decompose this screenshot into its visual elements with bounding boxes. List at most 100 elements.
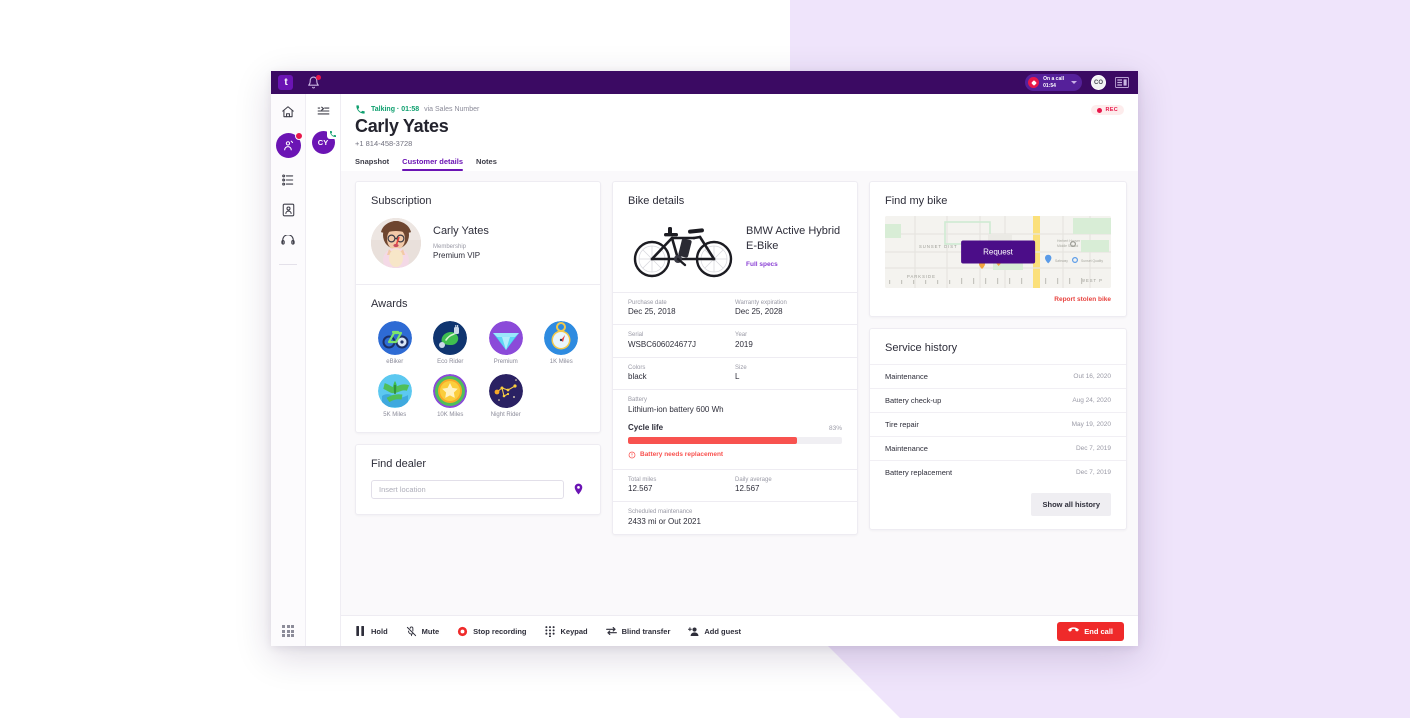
cycle-life-row: Cycle life 83% [628, 423, 842, 432]
report-stolen-bike-link[interactable]: Report stolen bike [870, 288, 1126, 316]
spec-value: Dec 25, 2028 [735, 307, 783, 317]
sidebar-item-queue[interactable] [280, 171, 297, 188]
award-1k-miles[interactable]: 1K Miles [536, 320, 588, 365]
page-title: Carly Yates [355, 116, 449, 136]
table-row[interactable]: Maintenance Dec 7, 2019 [870, 435, 1126, 460]
cycle-life-label: Cycle life [628, 422, 664, 432]
spec-value: 2019 [735, 339, 753, 349]
bell-notification-dot [316, 75, 321, 80]
column-middle: Bike details BMW Active Hybrid E-Bike Fu… [612, 180, 858, 615]
tab-snapshot[interactable]: Snapshot [355, 157, 389, 171]
bike-details-title: Bike details [628, 194, 685, 207]
app-logo-icon[interactable]: t [278, 75, 293, 90]
award-10k-miles-icon [433, 373, 468, 408]
spec-value: WSBC606024677J [628, 339, 697, 349]
battery-warning: Battery needs replacement [628, 451, 842, 459]
phone-active-icon [326, 128, 339, 139]
app-window: t On a call 01:54 CO CY Talking · 01:58 … [271, 71, 1138, 646]
spec-label: Year [735, 332, 748, 339]
add-guest-button[interactable]: Add guest [688, 626, 741, 637]
service-date: Out 16, 2020 [1073, 372, 1111, 380]
hangup-icon [1068, 626, 1080, 636]
membership-label: Membership [433, 244, 467, 251]
chevron-down-icon[interactable] [1071, 81, 1077, 84]
award-eco-rider[interactable]: Eco Rider [425, 320, 477, 365]
column-right: Find my bike SUNSET DIST PARKSIDE WEST P… [869, 180, 1127, 615]
sidebar-item-calls[interactable] [280, 231, 297, 248]
table-row[interactable]: Tire repair May 19, 2020 [870, 411, 1126, 436]
tab-notes[interactable]: Notes [476, 157, 497, 171]
mute-button[interactable]: Mute [406, 626, 439, 637]
svg-text:SUNSET DIST: SUNSET DIST [919, 244, 958, 249]
award-label: Premium [493, 358, 518, 365]
full-specs-link[interactable]: Full specs [746, 261, 778, 268]
award-label: Night Rider [490, 411, 521, 418]
location-input[interactable] [371, 479, 564, 499]
user-avatar[interactable]: CO [1091, 75, 1106, 90]
membership-value: Premium VIP [433, 251, 481, 261]
spec-value: L [735, 372, 740, 382]
award-10k-miles[interactable]: 10K Miles [425, 373, 477, 418]
service-name: Battery check-up [885, 395, 942, 405]
award-premium-icon [488, 320, 523, 355]
call-status-pill[interactable]: On a call 01:54 [1025, 74, 1082, 91]
top-bar-right: On a call 01:54 CO [1025, 74, 1131, 91]
rec-label: REC [1105, 107, 1118, 113]
keypad-button[interactable]: Keypad [545, 625, 588, 637]
contact-avatar-carly[interactable]: CY [311, 128, 339, 154]
blind-transfer-button[interactable]: Blind transfer [605, 626, 670, 637]
stop-recording-button[interactable]: Stop recording [457, 626, 527, 637]
battery-warning-text: Battery needs replacement [640, 451, 724, 459]
apps-grid-icon[interactable] [282, 625, 294, 637]
map-view[interactable]: SUNSET DIST PARKSIDE WEST P Safeway Suns… [885, 215, 1111, 288]
award-ebiker[interactable]: eBiker [369, 320, 421, 365]
cycle-life-progress [628, 436, 842, 444]
spec-label: Scheduled maintenance [628, 509, 693, 516]
control-label: Hold [371, 626, 388, 636]
collapse-list-icon[interactable] [316, 103, 331, 118]
service-history-footer: Show all history [870, 484, 1126, 529]
customer-photo [371, 217, 421, 268]
main-panel: Talking · 01:58 via Sales Number Carly Y… [341, 94, 1138, 646]
svg-text:Sunset Quality: Sunset Quality [1081, 259, 1103, 263]
recording-indicator-icon [1028, 77, 1040, 88]
end-call-button[interactable]: End call [1057, 621, 1124, 641]
award-label: 10K Miles [437, 411, 464, 418]
contact-initials: CY [317, 138, 329, 147]
award-night-rider[interactable]: Night Rider [480, 373, 532, 418]
hold-button[interactable]: Hold [355, 626, 388, 637]
panel-layout-icon[interactable] [1115, 77, 1129, 89]
sidebar-item-agent-assist[interactable] [275, 132, 303, 158]
map-pin-icon[interactable] [572, 482, 585, 496]
svg-text:Herbert Hoover: Herbert Hoover [1057, 239, 1081, 243]
contacts-column: CY [306, 94, 341, 646]
end-call-label: End call [1084, 626, 1113, 636]
service-name: Maintenance [885, 371, 928, 381]
award-premium[interactable]: Premium [480, 320, 532, 365]
table-row[interactable]: Maintenance Out 16, 2020 [870, 363, 1126, 388]
award-ebiker-icon [377, 320, 412, 355]
spec-warranty: Warranty expiration Dec 25, 2028 [735, 300, 842, 317]
sidebar-item-home[interactable] [280, 103, 297, 120]
award-5k-miles[interactable]: 5K Miles [369, 373, 421, 418]
bell-icon[interactable] [307, 75, 321, 89]
cycle-life-progress-fill [628, 436, 798, 444]
spec-value: 12.567 [628, 484, 653, 494]
spec-year: Year 2019 [735, 332, 842, 349]
service-name: Tire repair [885, 419, 919, 429]
spec-label: Warranty expiration [735, 299, 787, 306]
spec-size: Size L [735, 365, 842, 382]
awards-title: Awards [371, 297, 408, 310]
tab-bar: Snapshot Customer details Notes [355, 157, 1124, 171]
tab-customer-details[interactable]: Customer details [402, 157, 463, 171]
sidebar-item-contacts[interactable] [280, 201, 297, 218]
svg-text:PARKSIDE: PARKSIDE [907, 274, 936, 279]
call-via-text: via Sales Number [424, 106, 480, 113]
spec-value: 2433 mi or Out 2021 [628, 516, 701, 526]
show-all-history-button[interactable]: Show all history [1031, 492, 1111, 516]
spec-label: Serial [628, 332, 644, 339]
app-body: CY Talking · 01:58 via Sales Number Carl… [271, 94, 1138, 646]
request-button[interactable]: Request [961, 240, 1035, 264]
table-row[interactable]: Battery replacement Dec 7, 2019 [870, 459, 1126, 484]
table-row[interactable]: Battery check-up Aug 24, 2020 [870, 387, 1126, 412]
